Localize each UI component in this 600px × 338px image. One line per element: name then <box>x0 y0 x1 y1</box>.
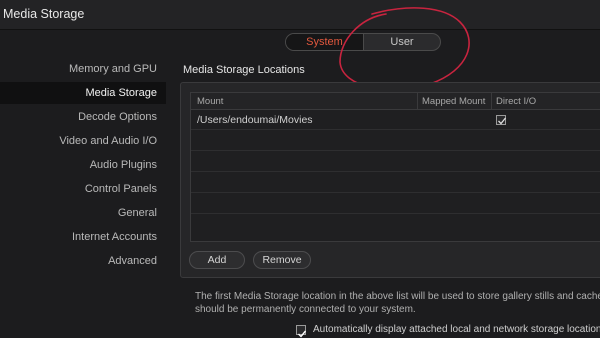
window-title: Media Storage <box>3 7 85 21</box>
sidebar-item-audio-plugins[interactable]: Audio Plugins <box>0 154 166 176</box>
sidebar-item-control-panels[interactable]: Control Panels <box>0 178 166 200</box>
table-row <box>191 152 600 172</box>
mount-path: /Users/endoumai/Movies <box>197 114 313 126</box>
checkmark-icon <box>498 117 507 125</box>
table-row <box>191 215 600 235</box>
table-row <box>191 194 600 214</box>
sidebar-item-media-storage[interactable]: Media Storage <box>0 82 166 104</box>
media-storage-table: Mount Mapped Mount Direct I/O /Users/end… <box>190 92 600 242</box>
sidebar-item-decode-options[interactable]: Decode Options <box>0 106 166 128</box>
section-title: Media Storage Locations <box>183 64 305 76</box>
storage-note: The first Media Storage location in the … <box>195 290 600 316</box>
system-user-toggle[interactable]: System User <box>285 33 441 51</box>
auto-display-checkbox[interactable] <box>296 325 307 338</box>
auto-display-label: Automatically display attached local and… <box>313 324 600 335</box>
table-row <box>191 131 600 151</box>
column-header-mount[interactable]: Mount <box>197 93 223 110</box>
checkmark-icon <box>298 330 307 338</box>
direct-io-checkbox[interactable] <box>496 115 507 125</box>
storage-note-line-1: The first Media Storage location in the … <box>195 291 600 302</box>
sidebar-item-video-and-audio-io[interactable]: Video and Audio I/O <box>0 130 166 152</box>
sidebar-item-advanced[interactable]: Advanced <box>0 250 166 272</box>
table-row <box>191 173 600 193</box>
column-header-mapped-mount[interactable]: Mapped Mount <box>417 93 493 110</box>
user-tab[interactable]: User <box>364 34 440 50</box>
remove-button[interactable]: Remove <box>253 251 311 269</box>
sidebar-item-general[interactable]: General <box>0 202 166 224</box>
window-titlebar: Media Storage <box>0 0 600 30</box>
storage-note-line-2: should be permanently connected to your … <box>195 304 416 315</box>
sidebar-item-internet-accounts[interactable]: Internet Accounts <box>0 226 166 248</box>
table-row[interactable]: /Users/endoumai/Movies <box>191 110 600 130</box>
column-header-direct-io[interactable]: Direct I/O <box>491 93 536 110</box>
system-tab[interactable]: System <box>286 34 364 50</box>
table-header: Mount Mapped Mount Direct I/O <box>191 93 600 110</box>
sidebar-item-memory-and-gpu[interactable]: Memory and GPU <box>0 58 166 80</box>
add-button[interactable]: Add <box>189 251 245 269</box>
